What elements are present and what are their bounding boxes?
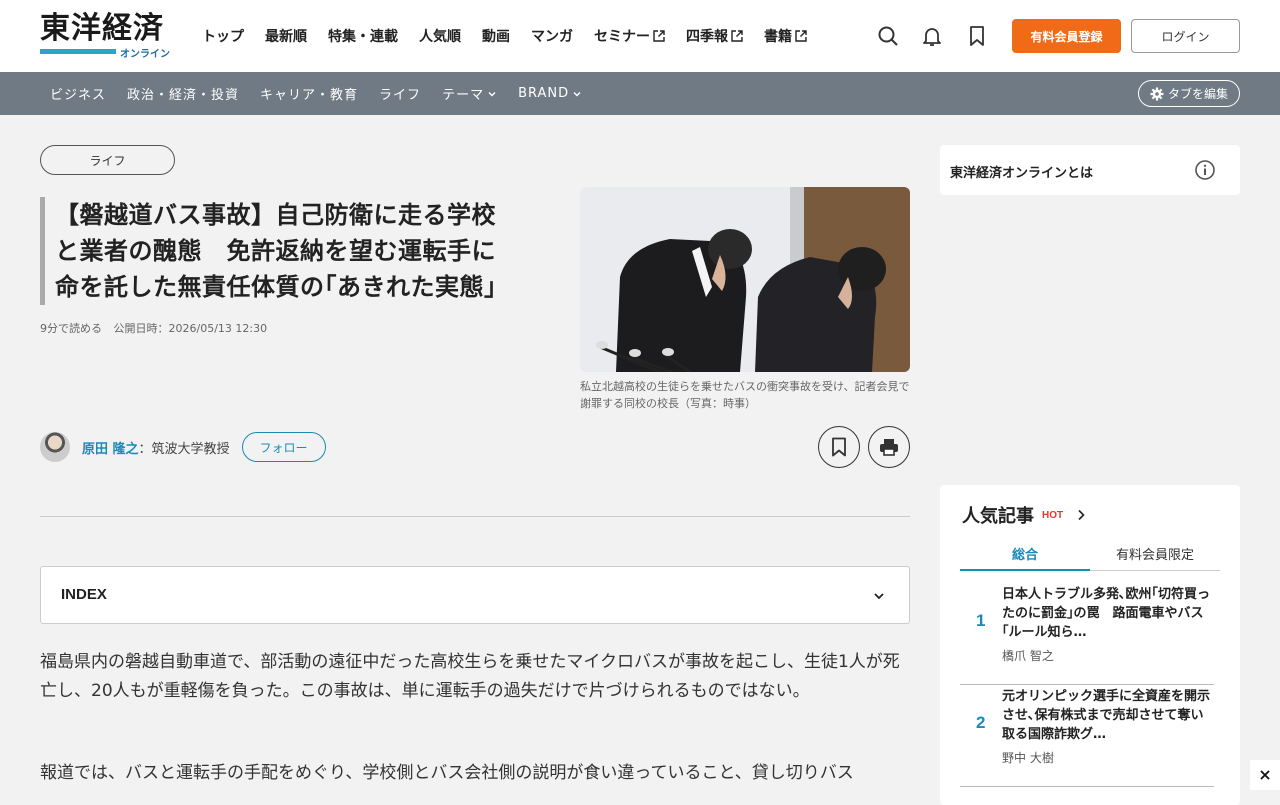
bell-icon[interactable] [920, 24, 944, 48]
category-tag[interactable]: ライフ [40, 145, 175, 175]
publish-date: 公開日時：2026/05/13 12:30 [113, 322, 268, 335]
nav-item-manga[interactable]: マンガ [531, 26, 573, 46]
article-meta: 9分で読める 公開日時：2026/05/13 12:30 [40, 320, 275, 336]
nav-item-video[interactable]: 動画 [482, 26, 510, 46]
list-item[interactable]: 2 元オリンピック選手に全資産を開示させ､保有株式まで売却させて奪い取る国際詐欺… [960, 687, 1214, 787]
top-header: 東洋経済 オンライン トップ 最新順 特集・連載 人気順 動画 マンガ セミナー… [0, 0, 1280, 72]
nav-item-books[interactable]: 書籍 [764, 26, 807, 46]
subnav-item-business[interactable]: ビジネス [50, 84, 106, 103]
subnav-label: ビジネス [50, 88, 107, 103]
search-icon[interactable] [876, 24, 900, 48]
popular-title: 人気記事 [962, 506, 1034, 527]
close-button[interactable] [1250, 760, 1280, 790]
follow-button[interactable]: フォロー [241, 432, 326, 462]
article-paragraph: 報道では、バスと運転手の手配をめぐり、学校側とバス会社側の説明が食い違っているこ… [40, 763, 854, 783]
print-button[interactable] [868, 426, 910, 468]
nav-label: トップ [202, 29, 244, 45]
read-time: 9分で読める [40, 322, 102, 335]
rank-number: 2 [976, 713, 986, 732]
external-link-icon [795, 30, 807, 42]
nav-item-top[interactable]: トップ [202, 26, 244, 46]
subnav-item-life[interactable]: ライフ [379, 84, 421, 103]
chevron-down-icon [874, 593, 884, 600]
printer-icon [880, 439, 898, 456]
main-nav: トップ 最新順 特集・連載 人気順 動画 マンガ セミナー 四季報 書籍 [202, 0, 828, 72]
item-headline: 日本人トラブル多発､欧州｢切符買ったのに罰金｣の罠 路面電車やバス｢ルール知ら… [1002, 587, 1211, 640]
subnav-item-career[interactable]: キャリア・教育 [260, 84, 358, 103]
nav-item-latest[interactable]: 最新順 [265, 26, 307, 46]
title-line: 【磐越道バス事故】自己防衛に走る学校 [55, 201, 496, 229]
section-divider [40, 516, 910, 517]
title-line: と業者の醜態 免許返納を望む運転手に [55, 237, 496, 265]
chevron-down-icon [573, 91, 581, 96]
site-logo[interactable]: 東洋経済 オンライン [40, 11, 172, 60]
nav-label: マンガ [531, 29, 573, 45]
logo-subtext: オンライン [120, 49, 170, 60]
logo-bar [40, 49, 116, 54]
nav-label: セミナー [594, 29, 650, 45]
nav-label: 四季報 [686, 29, 728, 45]
tab-edit-label: タブを編集 [1167, 87, 1228, 101]
save-article-button[interactable] [818, 426, 860, 468]
tab-overall[interactable]: 総合 [960, 537, 1090, 571]
image-caption: 私立北越高校の生徒らを乗せたバスの衝突事故を受け、記者会見で謝罪する同校の校長（… [580, 380, 910, 410]
avatar[interactable] [40, 432, 70, 462]
info-icon [1195, 160, 1215, 180]
about-site-label: 東洋経済オンラインとは [950, 166, 1094, 181]
index-toggle[interactable]: INDEX [40, 566, 910, 624]
category-nav: ビジネス 政治・経済・投資 キャリア・教育 ライフ テーマ BRAND [0, 72, 1280, 115]
subnav-label: ライフ [379, 88, 422, 103]
item-headline: 元オリンピック選手に全資産を開示させ､保有株式まで売却させて奪い取る国際詐欺グ… [1002, 689, 1211, 742]
author-title: ：筑波大学教授 [138, 441, 230, 457]
nav-item-shikiho[interactable]: 四季報 [686, 26, 743, 46]
nav-item-popular[interactable]: 人気順 [419, 26, 461, 46]
title-line: 命を託した無責任体質の｢あきれた実態｣ [55, 273, 497, 301]
article-paragraph: 福島県内の磐越自動車道で、部活動の遠征中だった高校生らを乗せたマイクロバスが事故… [40, 652, 900, 701]
nav-label: 動画 [482, 29, 510, 45]
chevron-right-icon [1078, 509, 1085, 521]
nav-item-seminar[interactable]: セミナー [594, 26, 665, 46]
logo-text: 東洋経済 [40, 11, 164, 46]
popular-articles: 人気記事 HOT 総合 有料会員限定 1 日本人トラブル多発､欧州｢切符買ったの… [940, 485, 1240, 805]
hot-badge: HOT [1042, 509, 1064, 521]
nav-label: 書籍 [764, 29, 792, 45]
subnav-item-politics[interactable]: 政治・経済・投資 [127, 84, 239, 103]
article-title: 【磐越道バス事故】自己防衛に走る学校 と業者の醜態 免許返納を望む運転手に 命を… [40, 197, 550, 305]
subnav-label: テーマ [442, 88, 485, 103]
press-conference-photo [580, 187, 910, 372]
gear-icon [1150, 87, 1164, 100]
nav-item-features[interactable]: 特集・連載 [328, 26, 398, 46]
nav-label: 最新順 [265, 29, 307, 45]
tab-edit-button[interactable]: タブを編集 [1138, 80, 1240, 107]
chevron-down-icon [488, 91, 496, 96]
nav-label: 特集・連載 [328, 29, 398, 45]
index-label: INDEX [61, 586, 107, 603]
bookmark-icon [832, 437, 846, 457]
item-author: 橋爪 智之 [1002, 649, 1054, 663]
about-site-box[interactable]: 東洋経済オンラインとは [940, 145, 1240, 195]
login-button[interactable]: ログイン [1131, 19, 1240, 53]
bookmark-icon[interactable] [965, 24, 989, 48]
subnav-item-theme[interactable]: テーマ [442, 84, 497, 103]
register-button[interactable]: 有料会員登録 [1012, 19, 1121, 53]
author-name[interactable]: 原田 隆之 [82, 438, 139, 457]
popular-header[interactable]: 人気記事 HOT [962, 502, 1087, 528]
tab-members-only[interactable]: 有料会員限定 [1090, 537, 1220, 571]
hero-image[interactable] [580, 187, 910, 372]
list-item[interactable]: 1 日本人トラブル多発､欧州｢切符買ったのに罰金｣の罠 路面電車やバス｢ルール知… [960, 585, 1214, 685]
subnav-item-brand[interactable]: BRAND [518, 86, 582, 101]
author-block: 原田 隆之 ：筑波大学教授 フォロー [40, 432, 326, 462]
rank-number: 1 [976, 611, 986, 630]
subnav-label: キャリア・教育 [260, 88, 359, 103]
external-link-icon [731, 30, 743, 42]
subnav-label: 政治・経済・投資 [127, 88, 240, 103]
close-icon [1260, 770, 1270, 780]
subnav-label: BRAND [518, 86, 570, 101]
nav-label: 人気順 [419, 29, 461, 45]
external-link-icon [653, 30, 665, 42]
item-author: 野中 大樹 [1002, 751, 1054, 765]
